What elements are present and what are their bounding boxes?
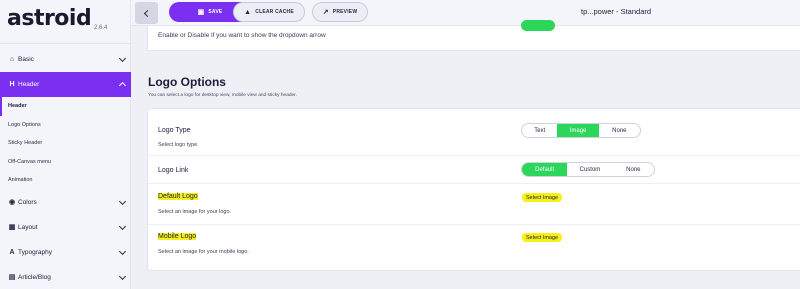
sidebar-subitem-animation[interactable]: Animation [0, 171, 131, 190]
header-icon: H [9, 81, 15, 88]
section-description: You can select a logo for desktop view, … [148, 93, 297, 98]
sidebar-item-colors[interactable]: ◉ Colors [0, 190, 131, 215]
logo-type-selector[interactable]: Text Image None [521, 123, 641, 138]
sidebar-divider [0, 43, 131, 44]
sidebar-item-label: Typography [18, 248, 52, 256]
logo-type-option-none[interactable]: None [599, 124, 640, 137]
logo-link-row: Logo Link Default Custom None [148, 156, 800, 183]
logo-type-option-text[interactable]: Text [522, 124, 557, 137]
sidebar-item-layout[interactable]: ▦ Layout [0, 215, 131, 240]
logo-link-selector[interactable]: Default Custom None [521, 162, 655, 177]
template-title: tp...power - Standard [581, 7, 652, 16]
sidebar-item-label: Header [18, 81, 40, 88]
sidebar-item-typography[interactable]: A Typography [0, 240, 131, 265]
clear-cache-button[interactable]: ▲ CLEAR CACHE [233, 2, 305, 22]
home-icon: ⌂ [9, 56, 15, 63]
layout-icon: ▦ [8, 224, 16, 231]
sidebar-item-label: Colors [18, 198, 37, 206]
logo-options-card: Logo Type Select logo type. Text Image N… [147, 108, 800, 271]
save-icon: ▣ [197, 9, 205, 16]
palette-icon: ◉ [8, 199, 16, 206]
sidebar-item-label: Layout [18, 223, 38, 231]
sidebar-submenu-header: Header Logo Options Sticky Header Off-Ca… [0, 97, 131, 190]
logo-link-option-custom[interactable]: Custom [567, 163, 612, 176]
toggle-switch[interactable] [521, 20, 555, 31]
brand-logo: astroid [7, 6, 92, 31]
default-logo-select-image-button[interactable]: Select Image [522, 193, 563, 202]
brand: astroid 2.6.4 [7, 6, 107, 38]
field-hint: Select an image for your mobile logo. [158, 249, 249, 255]
field-label: Default Logo [158, 193, 198, 200]
field-label: Logo Link [158, 167, 189, 174]
sidebar-item-article-blog[interactable]: ▤ Article/Blog [0, 265, 131, 289]
default-logo-row: Default Logo Select an image for your lo… [148, 184, 800, 224]
top-toolbar: ▣ SAVE ▲ CLEAR CACHE ↗ PREVIEW tp...powe… [131, 0, 800, 26]
mobile-logo-row: Mobile Logo Select an image for your mob… [148, 225, 800, 271]
sidebar-subitem-header[interactable]: Header [0, 97, 131, 116]
chevron-down-icon [118, 222, 127, 230]
field-label: Mobile Logo [158, 233, 197, 240]
external-link-icon: ↗ [322, 9, 329, 16]
mobile-logo-select-image-button[interactable]: Select Image [522, 233, 563, 242]
field-hint: Select an image for your logo. [158, 209, 232, 215]
section-title: Logo Options [148, 75, 226, 89]
sidebar-subitem-logo-options[interactable]: Logo Options [0, 116, 131, 135]
sidebar-subitem-off-canvas-menu[interactable]: Off-Canvas menu [0, 153, 131, 172]
chevron-up-icon [118, 81, 127, 90]
collapse-sidebar-button[interactable] [135, 2, 158, 24]
article-icon: ▤ [8, 274, 16, 281]
sidebar-item-label: Basic [18, 56, 34, 63]
sidebar: astroid 2.6.4 ⌂ Basic H Header Header Lo… [0, 0, 131, 289]
chevron-down-icon [118, 54, 127, 63]
eraser-icon: ▲ [244, 8, 252, 16]
logo-link-option-default[interactable]: Default [522, 163, 568, 176]
logo-link-option-none[interactable]: None [613, 163, 654, 176]
preview-button[interactable]: ↗ PREVIEW [312, 2, 368, 22]
brand-version: 2.6.4 [94, 25, 108, 31]
chevron-left-icon [143, 9, 152, 17]
sidebar-nav: ⌂ Basic H Header Header Logo Options Sti… [0, 47, 131, 289]
typography-icon: A [9, 248, 15, 256]
sidebar-subitem-sticky-header[interactable]: Sticky Header [0, 134, 131, 153]
preview-label: PREVIEW [332, 9, 358, 15]
clear-cache-label: CLEAR CACHE [255, 9, 294, 15]
field-label: Logo Type [158, 127, 191, 134]
field-description: Enable or Disable if you want to show th… [158, 32, 326, 39]
logo-type-option-image[interactable]: Image [557, 124, 599, 137]
field-hint: Select logo type. [158, 142, 199, 148]
previous-field-card: Enable or Disable if you want to show th… [147, 20, 800, 51]
logo-type-row: Logo Type Select logo type. Text Image N… [148, 109, 800, 155]
save-label: SAVE [208, 9, 223, 15]
chevron-down-icon [118, 272, 127, 280]
sidebar-item-basic[interactable]: ⌂ Basic [0, 47, 131, 72]
chevron-down-icon [118, 247, 127, 255]
chevron-down-icon [118, 197, 127, 205]
sidebar-item-label: Article/Blog [18, 273, 51, 281]
sidebar-item-header[interactable]: H Header [0, 72, 131, 97]
